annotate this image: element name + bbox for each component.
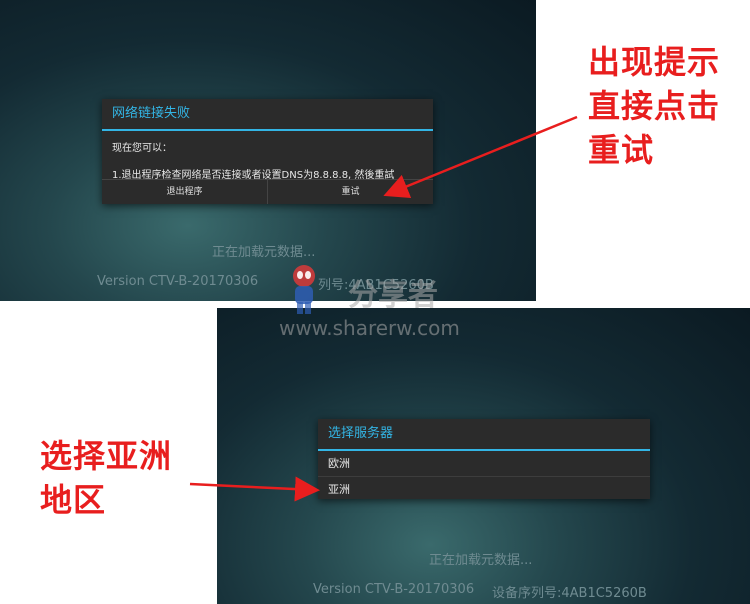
spider-logo-icon (293, 265, 315, 314)
watermark-url: www.sharerw.com (279, 316, 460, 340)
watermark-brand: 分享者 (348, 278, 438, 313)
